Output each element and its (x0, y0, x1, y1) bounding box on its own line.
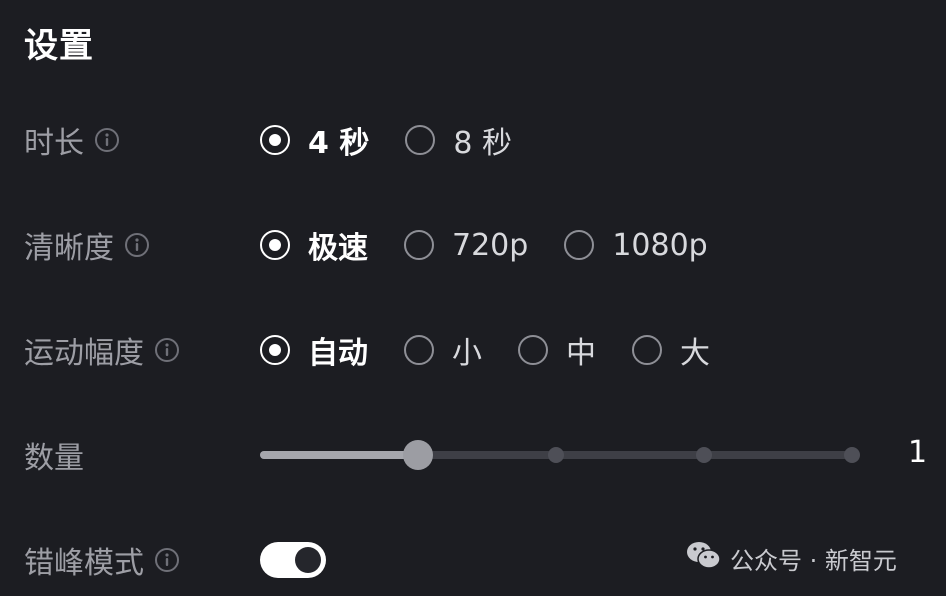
duration-option-4s[interactable]: 4 秒 (260, 118, 369, 162)
motion-option-medium[interactable]: 中 (518, 328, 596, 372)
radio-unchecked[interactable] (518, 335, 548, 365)
toggle-knob (295, 547, 321, 573)
motion-label: 运动幅度 (24, 336, 144, 371)
resolution-option-fast[interactable]: 极速 (260, 223, 368, 267)
info-icon[interactable] (94, 127, 120, 153)
option-label: 中 (566, 336, 596, 371)
quantity-label: 数量 (24, 441, 84, 476)
radio-unchecked[interactable] (405, 125, 436, 155)
radio-unchecked[interactable] (632, 335, 662, 365)
radio-unchecked[interactable] (404, 335, 434, 365)
resolution-option-1080p[interactable]: 1080p (564, 227, 708, 263)
motion-label-group: 运动幅度 (24, 330, 180, 371)
duration-label-group: 时长 (24, 120, 120, 161)
resolution-label-group: 清晰度 (24, 225, 150, 266)
option-label: 小 (452, 336, 482, 371)
option-label: 大 (680, 336, 710, 371)
watermark: 公众号 · 新智元 (686, 540, 897, 576)
radio-checked[interactable] (260, 230, 290, 260)
resolution-options: 极速 720p 1080p (260, 223, 708, 267)
motion-option-large[interactable]: 大 (632, 328, 710, 372)
resolution-option-720p[interactable]: 720p (404, 228, 528, 263)
resolution-label: 清晰度 (24, 231, 114, 266)
slider-thumb[interactable] (403, 440, 433, 470)
option-label: 自动 (308, 336, 368, 371)
motion-options: 自动 小 中 大 (260, 328, 710, 372)
watermark-text: 公众号 · 新智元 (730, 546, 897, 575)
staggered-toggle[interactable] (260, 542, 326, 578)
staggered-label: 错峰模式 (24, 546, 144, 581)
option-label: 极速 (308, 231, 368, 266)
info-icon[interactable] (154, 337, 180, 363)
radio-checked[interactable] (260, 125, 290, 155)
motion-option-small[interactable]: 小 (404, 328, 482, 372)
duration-options: 4 秒 8 秒 (260, 118, 512, 162)
option-label: 720p (452, 227, 529, 263)
page-title: 设置 (24, 26, 94, 66)
staggered-label-group: 错峰模式 (24, 540, 180, 581)
option-label: 1080p (612, 227, 708, 263)
option-label: 4 秒 (308, 126, 370, 161)
motion-option-auto[interactable]: 自动 (260, 328, 368, 372)
info-icon[interactable] (124, 232, 150, 258)
radio-unchecked[interactable] (564, 230, 595, 260)
slider-tick[interactable] (844, 447, 860, 463)
slider-tick[interactable] (696, 447, 712, 463)
slider-fill (260, 451, 418, 459)
info-icon[interactable] (154, 547, 180, 573)
duration-label: 时长 (24, 126, 84, 161)
option-label: 8 秒 (453, 126, 512, 161)
radio-checked[interactable] (260, 335, 290, 365)
quantity-label-group: 数量 (24, 435, 84, 476)
slider-tick[interactable] (548, 447, 564, 463)
quantity-value: 1 (908, 435, 928, 470)
radio-unchecked[interactable] (404, 230, 434, 260)
duration-option-8s[interactable]: 8 秒 (405, 118, 512, 162)
wechat-icon (686, 540, 730, 576)
quantity-slider[interactable] (260, 440, 860, 470)
